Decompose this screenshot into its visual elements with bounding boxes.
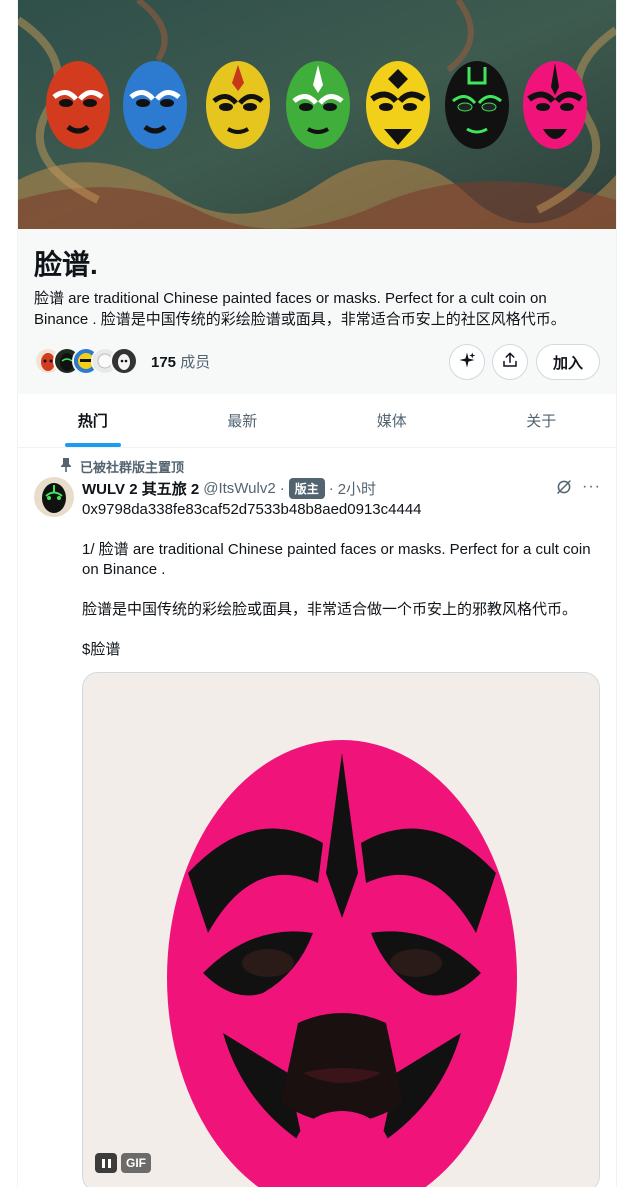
member-summary[interactable]: 175 成员 — [34, 345, 210, 377]
share-button[interactable] — [492, 344, 528, 380]
post-paragraph: 1/ 脸谱 are traditional Chinese painted fa… — [82, 541, 591, 578]
more-icon[interactable]: ··· — [582, 478, 601, 496]
community-banner — [18, 0, 616, 229]
separator-dot: · — [279, 479, 285, 497]
moderator-badge: 版主 — [288, 477, 325, 499]
member-count: 175 成员 — [151, 353, 211, 371]
post-time[interactable]: 2小时 — [338, 478, 376, 499]
post-text: 0x9798da338fe83caf52d7533b48b8aed0913c44… — [82, 500, 602, 660]
cashtag-link[interactable]: $脸谱 — [82, 640, 602, 660]
author-display-name[interactable]: WULV 2 其五旅 2 — [82, 478, 199, 499]
pink-mask-image — [83, 673, 599, 1187]
tab-top[interactable]: 热门 — [18, 394, 168, 447]
post-author-line: WULV 2 其五旅 2 @ItsWulv2 · 版主 · 2小时 — [82, 477, 376, 499]
author-avatar[interactable] — [34, 477, 74, 517]
member-avatar-stack — [34, 347, 138, 375]
community-title: 脸谱. — [34, 249, 98, 280]
pause-icon[interactable] — [95, 1153, 117, 1173]
community-description: 脸谱 are traditional Chinese painted faces… — [34, 290, 566, 328]
grok-icon[interactable] — [555, 478, 573, 501]
grok-summary-button[interactable] — [449, 344, 485, 380]
sparkle-icon — [458, 351, 476, 374]
post-paragraph: 脸谱是中国传统的彩绘脸或面具，非常适合做一个币安上的邪教风格代币。 — [82, 601, 578, 618]
gif-badge: GIF — [121, 1153, 151, 1173]
post-gif-media[interactable]: GIF — [82, 672, 600, 1187]
contract-address: 0x9798da338fe83caf52d7533b48b8aed0913c44… — [82, 501, 422, 518]
active-tab-indicator — [64, 443, 121, 447]
tab-media[interactable]: 媒体 — [317, 394, 467, 447]
share-icon — [501, 351, 519, 374]
tab-about[interactable]: 关于 — [467, 394, 617, 447]
community-column: 脸谱. 脸谱 are traditional Chinese painted f… — [17, 0, 617, 1187]
separator-dot: · — [328, 479, 334, 497]
author-handle[interactable]: @ItsWulv2 — [203, 480, 275, 497]
gif-controls: GIF — [95, 1153, 151, 1173]
tab-latest[interactable]: 最新 — [168, 394, 318, 447]
join-button[interactable]: 加入 — [536, 344, 600, 380]
pinned-label: 已被社群版主置顶 — [60, 457, 184, 475]
pin-icon — [60, 457, 80, 475]
community-header: 脸谱. 脸谱 are traditional Chinese painted f… — [18, 229, 616, 394]
community-tabs: 热门 最新 媒体 关于 — [18, 394, 616, 448]
member-avatar — [110, 347, 138, 375]
